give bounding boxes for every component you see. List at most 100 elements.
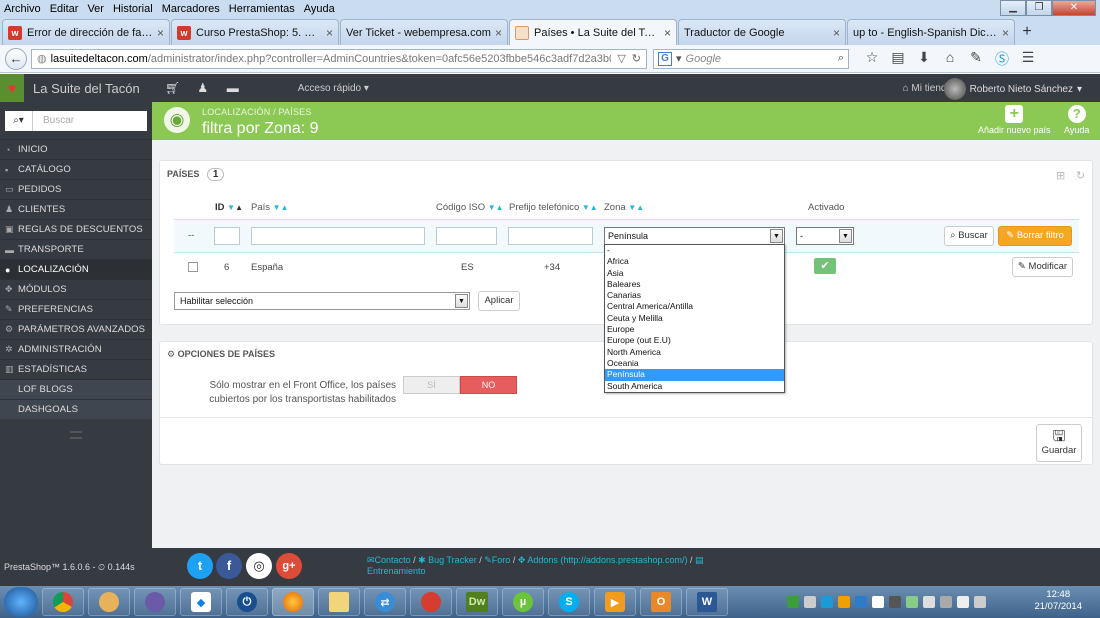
tab-close-icon[interactable]: × bbox=[495, 26, 502, 40]
taskbar-outlook[interactable]: O bbox=[640, 588, 682, 616]
sidebar-item-estadisticas[interactable]: ▥ ESTADÍSTICAS bbox=[0, 359, 152, 379]
reload-icon[interactable]: ↻ bbox=[632, 52, 641, 65]
sort-icon[interactable]: ▼ bbox=[227, 203, 235, 212]
sidebar-item-catalogo[interactable]: ▪ CATÁLOGO bbox=[0, 159, 152, 179]
taskbar-video[interactable]: ▶ bbox=[594, 588, 636, 616]
cart-icon[interactable]: 🛒︎ bbox=[158, 81, 188, 95]
tools-icon[interactable]: ✎ bbox=[963, 49, 989, 69]
chat-icon[interactable]: ▬ bbox=[218, 81, 248, 95]
start-button[interactable] bbox=[4, 587, 38, 617]
zone-option[interactable]: Africa bbox=[605, 256, 784, 267]
zone-option[interactable]: Europe bbox=[605, 324, 784, 335]
collapse-menu-icon[interactable] bbox=[70, 431, 82, 439]
column-header-iso[interactable]: Código ISO ▼▲ bbox=[436, 202, 504, 213]
tray-icon[interactable] bbox=[838, 596, 850, 608]
zone-option[interactable]: Baleares bbox=[605, 279, 784, 290]
toggle-no[interactable]: NO bbox=[460, 376, 517, 394]
column-header-country[interactable]: País ▼▲ bbox=[251, 202, 289, 213]
signal-icon[interactable] bbox=[940, 596, 952, 608]
zone-option-selected[interactable]: Península bbox=[605, 369, 784, 381]
admin-search-input[interactable]: Buscar bbox=[33, 111, 147, 131]
quick-access-menu[interactable]: Acceso rápido ▾ bbox=[298, 83, 369, 94]
tray-icon[interactable] bbox=[889, 596, 901, 608]
maximize-icon[interactable]: ❐ bbox=[1026, 0, 1052, 16]
reset-filter-button[interactable]: ✎ Borrar filtro bbox=[998, 226, 1072, 246]
sidebar-item-pedidos[interactable]: ▭ PEDIDOS bbox=[0, 179, 152, 199]
user-icon[interactable]: ♟ bbox=[188, 81, 218, 95]
enabled-check-icon[interactable]: ✔ bbox=[814, 258, 836, 274]
apply-button[interactable]: Aplicar bbox=[478, 291, 520, 311]
sidebar-item-modulos[interactable]: ✥ MÓDULOS bbox=[0, 279, 152, 299]
tab-close-icon[interactable]: × bbox=[157, 26, 164, 40]
github-icon[interactable]: ◎ bbox=[246, 553, 272, 579]
address-bar[interactable]: ◍ lasuitedeltacon.com /administrator/ind… bbox=[31, 48, 647, 69]
sort-icon[interactable]: ▼▲ bbox=[488, 203, 504, 212]
tray-icon[interactable] bbox=[787, 596, 799, 608]
tray-icon[interactable] bbox=[923, 596, 935, 608]
sidebar-item-clientes[interactable]: ♟ CLIENTES bbox=[0, 199, 152, 219]
close-window-icon[interactable]: ✕ bbox=[1052, 0, 1096, 16]
filter-prefix-input[interactable] bbox=[508, 227, 593, 245]
edit-button[interactable]: ✎ Modificar bbox=[1012, 257, 1073, 277]
save-button[interactable]: 🖫 Guardar bbox=[1036, 424, 1082, 462]
taskbar-dropbox[interactable]: ◆ bbox=[180, 588, 222, 616]
user-menu[interactable]: Roberto Nieto Sánchez ▾ bbox=[943, 78, 1082, 100]
refresh-icon[interactable]: ↻ bbox=[1076, 169, 1085, 182]
menu-archivo[interactable]: Archivo bbox=[4, 3, 41, 15]
zone-option[interactable]: Asia bbox=[605, 268, 784, 279]
tray-icon[interactable] bbox=[804, 596, 816, 608]
sidebar-item-parametros[interactable]: ⚙ PARÁMETROS AVANZADOS bbox=[0, 319, 152, 339]
taskbar-word[interactable]: W bbox=[686, 588, 728, 616]
sidebar-item-preferencias[interactable]: ✎ PREFERENCIAS bbox=[0, 299, 152, 319]
chevron-down-icon[interactable]: ▾ bbox=[676, 52, 682, 65]
column-header-prefix[interactable]: Prefijo telefónico ▼▲ bbox=[509, 202, 598, 213]
filter-iso-input[interactable] bbox=[436, 227, 497, 245]
bookmarks-list-icon[interactable]: ▤ bbox=[885, 49, 911, 69]
training-link[interactable]: Entrenamiento bbox=[367, 566, 426, 576]
sort-icon[interactable]: ▼▲ bbox=[273, 203, 289, 212]
column-header-zone[interactable]: Zona ▼▲ bbox=[604, 202, 644, 213]
bookmark-star-icon[interactable]: ☆ bbox=[859, 49, 885, 69]
taskbar-power[interactable]: ⏻ bbox=[226, 588, 268, 616]
taskbar-dreamweaver[interactable]: Dw bbox=[456, 588, 498, 616]
facebook-icon[interactable]: f bbox=[216, 553, 242, 579]
tray-icon[interactable] bbox=[855, 596, 867, 608]
contact-link[interactable]: Contacto bbox=[375, 555, 411, 565]
taskbar-chrome[interactable] bbox=[42, 588, 84, 616]
column-header-id[interactable]: ID ▼▲ bbox=[215, 202, 243, 213]
browser-tab[interactable]: w Error de dirección de factur... × bbox=[2, 19, 170, 45]
system-clock[interactable]: 12:48 21/07/2014 bbox=[1034, 589, 1082, 613]
zone-option[interactable]: Central America/Antilla bbox=[605, 301, 784, 312]
chevron-down-icon[interactable]: ▼ bbox=[455, 294, 468, 308]
zone-option[interactable]: North America bbox=[605, 347, 784, 358]
search-button[interactable]: ⌕ Buscar bbox=[944, 226, 994, 246]
filter-zone-select[interactable]: Península ▼ bbox=[604, 227, 785, 245]
zone-option[interactable]: - bbox=[605, 245, 784, 256]
filter-enabled-select[interactable]: - ▼ bbox=[796, 227, 854, 245]
chevron-down-icon[interactable]: ▼ bbox=[839, 229, 852, 243]
tab-close-icon[interactable]: × bbox=[1002, 26, 1009, 40]
sidebar-item-administracion[interactable]: ✲ ADMINISTRACIÓN bbox=[0, 339, 152, 359]
menu-editar[interactable]: Editar bbox=[50, 3, 79, 15]
taskbar-filezilla[interactable]: ⇄ bbox=[364, 588, 406, 616]
add-country-button[interactable]: + Añadir nuevo país bbox=[978, 105, 1051, 135]
home-icon[interactable]: ⌂ bbox=[937, 49, 963, 69]
sort-icon[interactable]: ▼▲ bbox=[628, 203, 644, 212]
sidebar-item-inicio[interactable]: ◔ INICIO bbox=[0, 139, 152, 159]
taskbar-media[interactable] bbox=[134, 588, 176, 616]
help-button[interactable]: ? Ayuda bbox=[1064, 105, 1089, 135]
tab-close-icon[interactable]: × bbox=[833, 26, 840, 40]
zone-option[interactable]: Oceania bbox=[605, 358, 784, 369]
menu-herramientas[interactable]: Herramientas bbox=[229, 3, 295, 15]
menu-ayuda[interactable]: Ayuda bbox=[304, 3, 335, 15]
hamburger-menu-icon[interactable]: ☰ bbox=[1015, 49, 1041, 69]
twitter-icon[interactable]: t bbox=[187, 553, 213, 579]
tab-close-icon[interactable]: × bbox=[664, 26, 671, 40]
menu-marcadores[interactable]: Marcadores bbox=[162, 3, 220, 15]
taskbar-firefox[interactable] bbox=[272, 588, 314, 616]
sidebar-item-descuentos[interactable]: ▣ REGLAS DE DESCUENTOS bbox=[0, 219, 152, 239]
taskbar-utorrent[interactable]: µ bbox=[502, 588, 544, 616]
search-icon[interactable]: ⌕▾ bbox=[5, 111, 33, 131]
browser-tab[interactable]: w Curso PrestaShop: 5. Méto... × bbox=[171, 19, 339, 45]
zone-option[interactable]: South America bbox=[605, 381, 784, 392]
